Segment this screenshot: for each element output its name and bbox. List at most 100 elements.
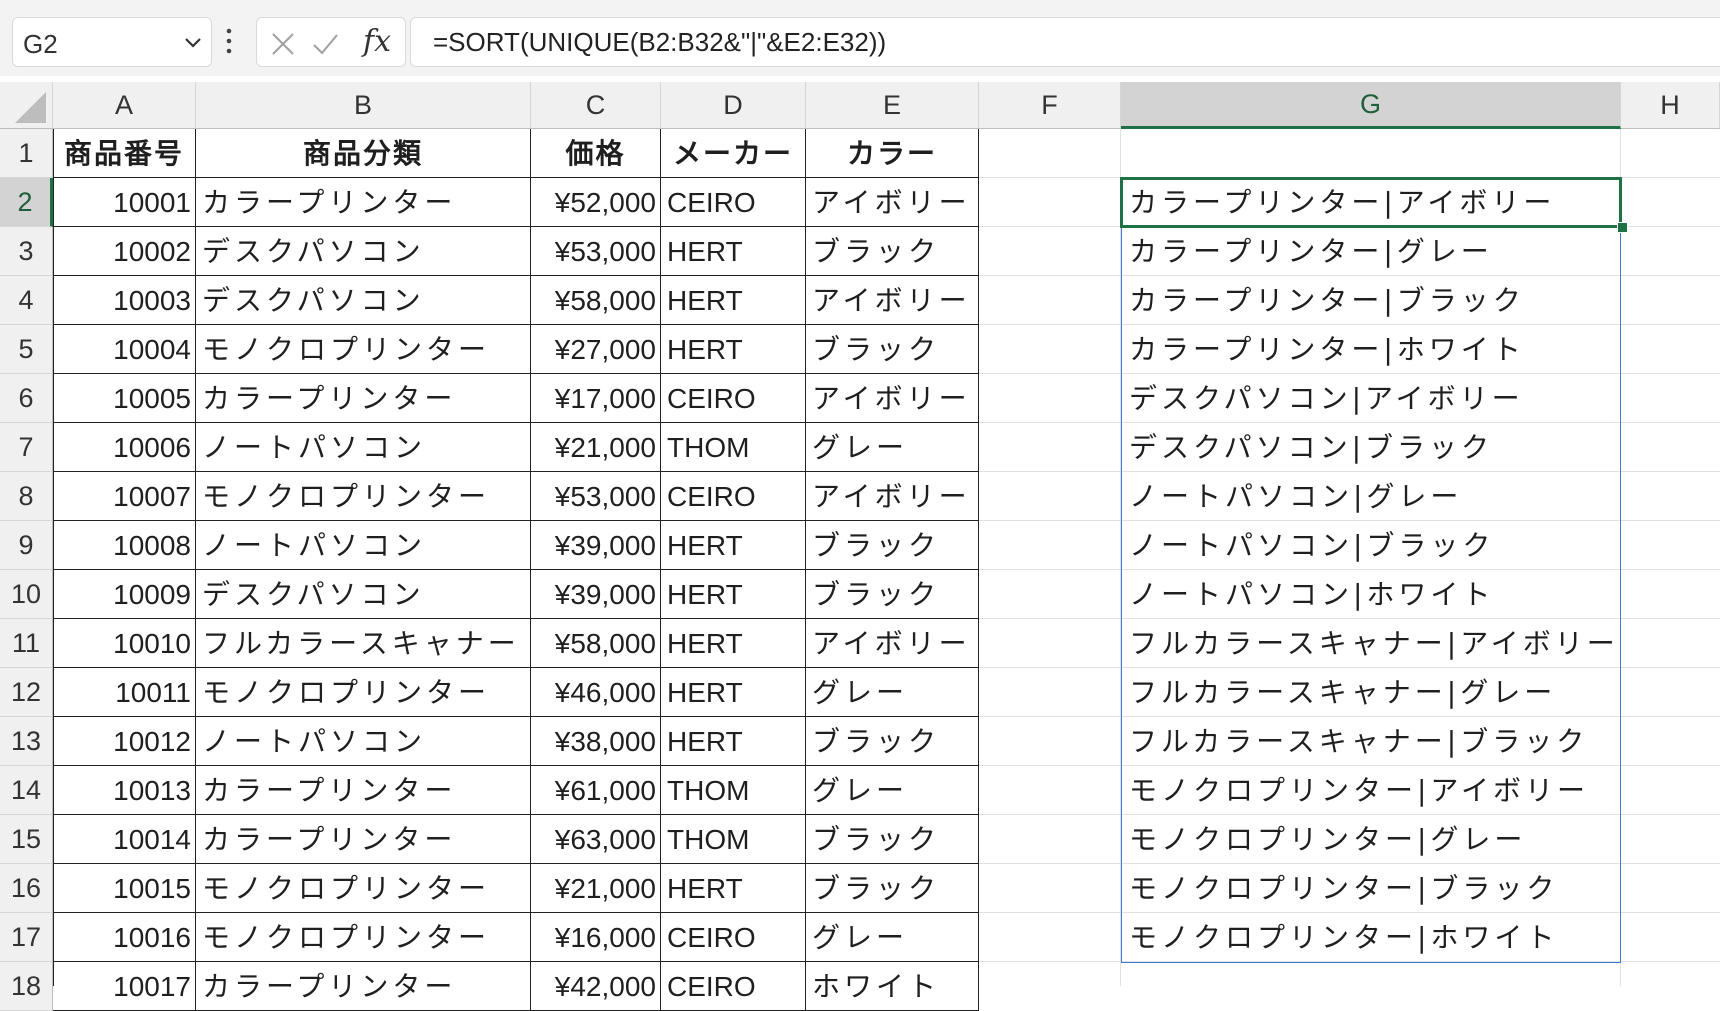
- table-cell[interactable]: デスクパソコン: [196, 227, 531, 276]
- table-cell[interactable]: ¥63,000: [531, 815, 661, 864]
- table-cell[interactable]: HERT: [661, 619, 806, 668]
- row-header-12[interactable]: 12: [0, 668, 53, 717]
- table-cell[interactable]: CEIRO: [661, 374, 806, 423]
- table-cell[interactable]: HERT: [661, 864, 806, 913]
- table-header-cell[interactable]: メーカー: [661, 129, 806, 178]
- table-cell[interactable]: HERT: [661, 717, 806, 766]
- table-cell[interactable]: 10013: [53, 766, 196, 815]
- table-cell[interactable]: 10011: [53, 668, 196, 717]
- row-header-8[interactable]: 8: [0, 472, 53, 521]
- row-header-13[interactable]: 13: [0, 717, 53, 766]
- table-cell[interactable]: ノートパソコン: [196, 521, 531, 570]
- table-cell[interactable]: ホワイト: [806, 962, 979, 1011]
- table-cell[interactable]: アイボリー: [806, 619, 979, 668]
- table-cell[interactable]: CEIRO: [661, 913, 806, 962]
- table-cell[interactable]: グレー: [806, 668, 979, 717]
- row-header-6[interactable]: 6: [0, 374, 53, 423]
- table-cell[interactable]: HERT: [661, 227, 806, 276]
- table-cell[interactable]: ノートパソコン: [196, 423, 531, 472]
- row-header-18[interactable]: 18: [0, 962, 53, 1011]
- table-cell[interactable]: ブラック: [806, 570, 979, 619]
- table-cell[interactable]: 10008: [53, 521, 196, 570]
- table-cell[interactable]: グレー: [806, 766, 979, 815]
- table-cell[interactable]: ¥52,000: [531, 178, 661, 227]
- table-cell[interactable]: ブラック: [806, 521, 979, 570]
- table-header-cell[interactable]: 価格: [531, 129, 661, 178]
- table-cell[interactable]: デスクパソコン: [196, 570, 531, 619]
- row-header-11[interactable]: 11: [0, 619, 53, 668]
- table-cell[interactable]: モノクロプリンター: [196, 472, 531, 521]
- table-cell[interactable]: ノートパソコン: [196, 717, 531, 766]
- table-cell[interactable]: HERT: [661, 276, 806, 325]
- table-cell[interactable]: 10004: [53, 325, 196, 374]
- table-cell[interactable]: 10016: [53, 913, 196, 962]
- column-header-d[interactable]: D: [661, 82, 806, 129]
- table-cell[interactable]: 10001: [53, 178, 196, 227]
- table-cell[interactable]: ¥53,000: [531, 227, 661, 276]
- table-cell[interactable]: ブラック: [806, 717, 979, 766]
- table-cell[interactable]: 10006: [53, 423, 196, 472]
- table-cell[interactable]: グレー: [806, 913, 979, 962]
- table-cell[interactable]: カラープリンター: [196, 178, 531, 227]
- table-cell[interactable]: ¥39,000: [531, 570, 661, 619]
- table-cell[interactable]: アイボリー: [806, 178, 979, 227]
- table-cell[interactable]: ¥39,000: [531, 521, 661, 570]
- table-cell[interactable]: 10003: [53, 276, 196, 325]
- table-cell[interactable]: カラープリンター: [196, 815, 531, 864]
- table-cell[interactable]: 10007: [53, 472, 196, 521]
- table-cell[interactable]: 10005: [53, 374, 196, 423]
- table-cell[interactable]: HERT: [661, 521, 806, 570]
- table-cell[interactable]: モノクロプリンター: [196, 325, 531, 374]
- table-cell[interactable]: アイボリー: [806, 472, 979, 521]
- row-header-15[interactable]: 15: [0, 815, 53, 864]
- table-cell[interactable]: ¥42,000: [531, 962, 661, 1011]
- table-cell[interactable]: ブラック: [806, 815, 979, 864]
- table-cell[interactable]: ¥46,000: [531, 668, 661, 717]
- table-cell[interactable]: アイボリー: [806, 374, 979, 423]
- row-header-9[interactable]: 9: [0, 521, 53, 570]
- table-cell[interactable]: HERT: [661, 668, 806, 717]
- table-cell[interactable]: モノクロプリンター: [196, 668, 531, 717]
- table-cell[interactable]: THOM: [661, 815, 806, 864]
- table-cell[interactable]: THOM: [661, 766, 806, 815]
- table-cell[interactable]: ブラック: [806, 325, 979, 374]
- table-cell[interactable]: 10009: [53, 570, 196, 619]
- table-cell[interactable]: カラープリンター: [196, 962, 531, 1011]
- table-cell[interactable]: フルカラースキャナー: [196, 619, 531, 668]
- table-cell[interactable]: ブラック: [806, 864, 979, 913]
- column-header-e[interactable]: E: [806, 82, 979, 129]
- table-header-cell[interactable]: 商品番号: [53, 129, 196, 178]
- table-cell[interactable]: 10010: [53, 619, 196, 668]
- table-cell[interactable]: THOM: [661, 423, 806, 472]
- column-header-b[interactable]: B: [196, 82, 531, 129]
- table-header-cell[interactable]: 商品分類: [196, 129, 531, 178]
- table-cell[interactable]: ¥38,000: [531, 717, 661, 766]
- row-header-17[interactable]: 17: [0, 913, 53, 962]
- table-cell[interactable]: HERT: [661, 570, 806, 619]
- table-cell[interactable]: ¥61,000: [531, 766, 661, 815]
- column-header-h[interactable]: H: [1621, 82, 1720, 129]
- table-cell[interactable]: ¥27,000: [531, 325, 661, 374]
- table-cell[interactable]: HERT: [661, 325, 806, 374]
- table-cell[interactable]: 10015: [53, 864, 196, 913]
- table-cell[interactable]: ¥58,000: [531, 276, 661, 325]
- table-cell[interactable]: ¥16,000: [531, 913, 661, 962]
- row-header-3[interactable]: 3: [0, 227, 53, 276]
- row-header-7[interactable]: 7: [0, 423, 53, 472]
- row-header-2[interactable]: 2: [0, 178, 53, 227]
- table-cell[interactable]: モノクロプリンター: [196, 864, 531, 913]
- row-header-14[interactable]: 14: [0, 766, 53, 815]
- row-header-4[interactable]: 4: [0, 276, 53, 325]
- table-cell[interactable]: アイボリー: [806, 276, 979, 325]
- table-cell[interactable]: ¥58,000: [531, 619, 661, 668]
- table-cell[interactable]: カラープリンター: [196, 766, 531, 815]
- row-header-10[interactable]: 10: [0, 570, 53, 619]
- table-cell[interactable]: デスクパソコン: [196, 276, 531, 325]
- table-cell[interactable]: 10014: [53, 815, 196, 864]
- table-cell[interactable]: CEIRO: [661, 178, 806, 227]
- column-header-a[interactable]: A: [53, 82, 196, 129]
- table-cell[interactable]: カラープリンター: [196, 374, 531, 423]
- table-cell[interactable]: ¥17,000: [531, 374, 661, 423]
- table-cell[interactable]: モノクロプリンター: [196, 913, 531, 962]
- active-cell-g2[interactable]: [1120, 177, 1622, 228]
